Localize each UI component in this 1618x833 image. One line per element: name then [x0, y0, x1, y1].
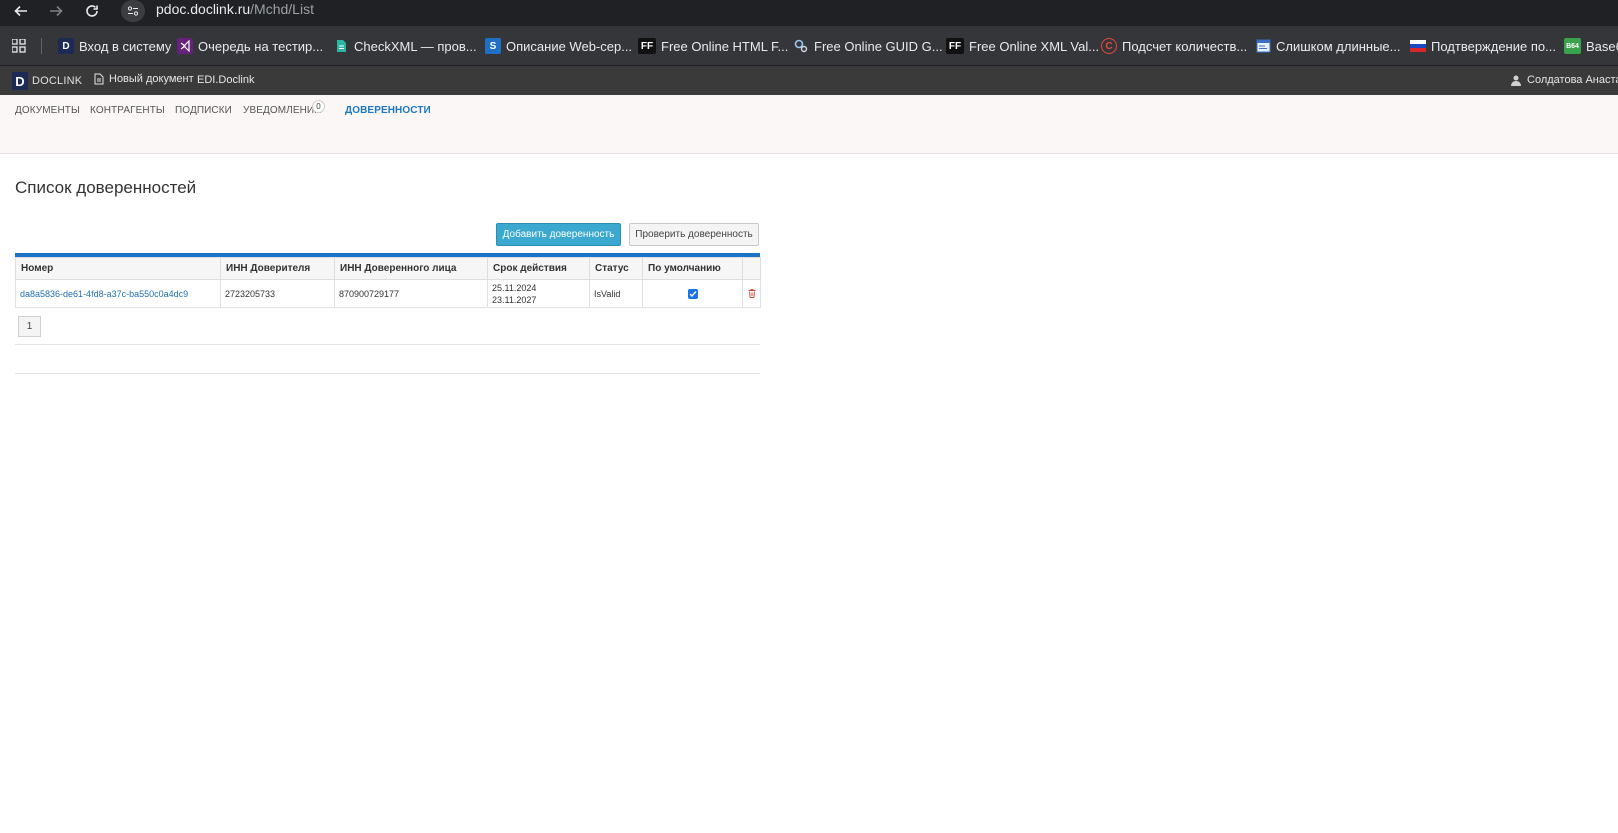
apps-grid-icon[interactable]	[12, 39, 26, 53]
user-menu[interactable]: Солдатова Анастаси	[1511, 74, 1618, 86]
notifications-badge: 0	[312, 100, 325, 113]
table-row: da8a5836-de61-4fd8-a37c-ba550c0a4dc9 272…	[15, 279, 761, 308]
ff-icon: FF	[946, 38, 964, 54]
base64-icon: B64	[1564, 38, 1581, 54]
bookmark-too-long[interactable]: Слишком длинные...	[1255, 36, 1400, 56]
bookmark-label: Подтверждение по...	[1431, 38, 1556, 54]
copyright-icon: C	[1101, 38, 1117, 54]
flag-icon	[1410, 38, 1426, 54]
document-icon	[333, 38, 349, 54]
column-header-number[interactable]: Номер	[15, 257, 221, 280]
bookmark-base64[interactable]: B64 Base6	[1564, 36, 1618, 56]
bookmark-label: Base6	[1586, 38, 1618, 54]
bookmark-xml-validator[interactable]: FF Free Online XML Val...	[946, 36, 1099, 56]
tab-counterparties[interactable]: КОНТРАГЕНТЫ	[90, 105, 165, 116]
bookmark-label: Free Online GUID G...	[814, 38, 943, 54]
checkmark-icon	[689, 290, 697, 297]
bookmark-label: CheckXML — пров...	[354, 38, 477, 54]
default-cell	[642, 279, 743, 308]
forward-arrow-icon[interactable]	[45, 0, 67, 22]
edi-doclink-link[interactable]: EDI.Doclink	[197, 74, 254, 86]
user-name: Солдатова Анастаси	[1527, 74, 1618, 86]
attorney-inn-cell: 870900729177	[334, 279, 488, 308]
column-header-principal-inn[interactable]: ИНН Доверителя	[220, 257, 335, 280]
new-document-link[interactable]: Новый документ	[94, 73, 194, 85]
url-path: /Mchd/List	[250, 1, 314, 17]
bookmark-confirmation[interactable]: Подтверждение по...	[1410, 36, 1556, 56]
bookmark-label: Подсчет количеств...	[1122, 38, 1248, 54]
trash-icon	[748, 289, 755, 298]
doclink-logo[interactable]: D DOCLINK	[12, 72, 82, 90]
valid-to: 23.11.2027	[492, 294, 537, 305]
bookmark-login[interactable]: D Вход в систему	[58, 36, 171, 56]
bookmark-label: Free Online HTML F...	[661, 38, 789, 54]
bookmark-test-queue[interactable]: Очередь на тестир...	[177, 36, 323, 56]
divider	[15, 373, 760, 374]
bookmark-label: Описание Web-сер...	[506, 38, 633, 54]
tab-subscriptions[interactable]: ПОДПИСКИ	[175, 105, 232, 116]
bookmarks-separator	[41, 38, 42, 54]
add-power-of-attorney-button[interactable]: Добавить доверенность	[496, 223, 621, 246]
poa-number-link[interactable]: da8a5836-de61-4fd8-a37c-ba550c0a4dc9	[15, 279, 221, 308]
tab-documents[interactable]: ДОКУМЕНТЫ	[15, 105, 80, 116]
tab-notifications[interactable]: УВЕДОМЛЕНИЯ	[243, 105, 322, 116]
sharepoint-icon: S	[485, 38, 501, 54]
column-header-status[interactable]: Статус	[589, 257, 643, 280]
ff-icon: FF	[638, 38, 656, 54]
column-header-default[interactable]: По умолчанию	[642, 257, 743, 280]
new-document-label: Новый документ	[109, 73, 194, 85]
default-checkbox[interactable]	[687, 288, 698, 299]
column-header-attorney-inn[interactable]: ИНН Доверенного лица	[334, 257, 488, 280]
bookmark-label: Очередь на тестир...	[198, 38, 324, 54]
table-header-row: Номер ИНН Доверителя ИНН Доверенного лиц…	[15, 257, 761, 280]
app-top-bar: D DOCLINK Новый документ EDI.Doclink Сол…	[0, 66, 1618, 95]
principal-inn-cell: 2723205733	[220, 279, 335, 308]
site-settings-icon[interactable]	[121, 0, 145, 22]
check-power-of-attorney-button[interactable]: Проверить доверенность	[629, 223, 759, 246]
bookmark-label: Free Online XML Val...	[969, 38, 1100, 54]
doclink-icon: D	[58, 38, 74, 54]
bookmark-counter[interactable]: C Подсчет количеств...	[1101, 36, 1247, 56]
back-arrow-icon[interactable]	[10, 0, 32, 22]
visual-studio-icon	[177, 38, 193, 54]
logo-text: DOCLINK	[32, 75, 83, 87]
user-icon	[1511, 75, 1521, 86]
new-document-icon	[94, 73, 104, 85]
bookmark-label: Слишком длинные...	[1276, 38, 1401, 54]
actions-cell	[742, 279, 761, 308]
bookmark-guid-generator[interactable]: Free Online GUID G...	[793, 36, 943, 56]
main-nav: ДОКУМЕНТЫ КОНТРАГЕНТЫ ПОДПИСКИ УВЕДОМЛЕН…	[0, 95, 1618, 154]
tab-powers-of-attorney[interactable]: ДОВЕРЕННОСТИ	[345, 105, 431, 116]
column-header-validity[interactable]: Срок действия	[487, 257, 590, 280]
divider	[15, 344, 760, 345]
logo-mark: D	[12, 72, 28, 90]
url-host: pdoc.doclink.ru	[156, 1, 251, 17]
url-field[interactable]: pdoc.doclink.ru/Mchd/List	[156, 1, 314, 17]
validity-cell: 25.11.2024 23.11.2027	[487, 279, 590, 308]
gears-icon	[793, 38, 809, 54]
pager-page-button[interactable]: 1	[18, 316, 41, 337]
bookmark-label: Вход в систему	[79, 38, 172, 54]
column-header-actions	[742, 257, 761, 280]
page-title: Список доверенностей	[15, 178, 197, 197]
bookmark-html-formatter[interactable]: FF Free Online HTML F...	[638, 36, 788, 56]
powers-of-attorney-table: Номер ИНН Доверителя ИНН Доверенного лиц…	[15, 253, 761, 308]
window-icon	[1255, 38, 1271, 54]
reload-icon[interactable]	[81, 0, 103, 22]
bookmarks-bar: D Вход в систему Очередь на тестир... Ch…	[0, 26, 1618, 66]
delete-button[interactable]	[747, 289, 756, 298]
valid-from: 25.11.2024	[492, 282, 537, 293]
status-cell: IsValid	[589, 279, 643, 308]
bookmark-checkxml[interactable]: CheckXML — пров...	[333, 36, 477, 56]
bookmark-web-service[interactable]: S Описание Web-сер...	[485, 36, 632, 56]
browser-address-bar: pdoc.doclink.ru/Mchd/List	[0, 0, 1618, 26]
